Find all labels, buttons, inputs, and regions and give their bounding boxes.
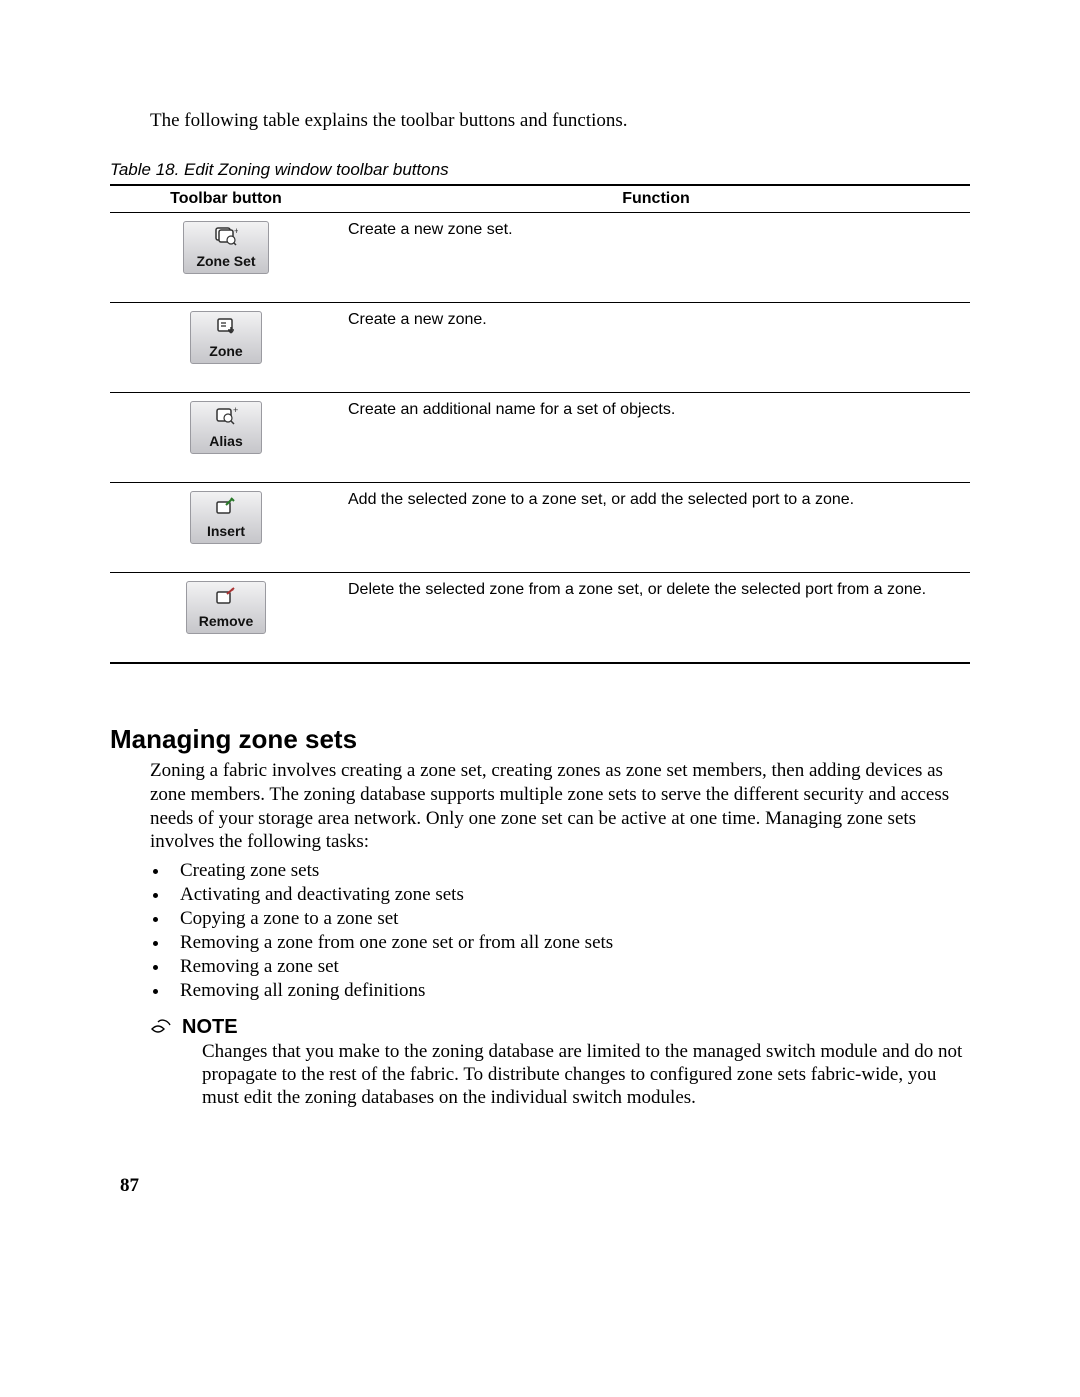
list-item: Removing a zone set [170,956,970,978]
list-item: Activating and deactivating zone sets [170,884,970,906]
note-label: NOTE [182,1016,238,1039]
remove-function: Delete the selected zone from a zone set… [342,573,970,664]
zone-function: Create a new zone. [342,303,970,393]
table-row: + Zone Set Create a new zone set. [110,213,970,303]
zone-button-label: Zone [209,343,242,359]
section-body: Zoning a fabric involves creating a zone… [150,759,970,854]
alias-toolbar-button: + Alias [190,401,262,454]
insert-icon [203,496,249,521]
list-item: Removing a zone from one zone set or fro… [170,932,970,954]
svg-text:+: + [234,226,238,236]
table-header-toolbar-button: Toolbar button [110,185,342,213]
list-item: Copying a zone to a zone set [170,908,970,930]
zone-icon [203,316,249,341]
remove-button-label: Remove [199,613,253,629]
remove-toolbar-button: Remove [186,581,266,634]
insert-toolbar-button: Insert [190,491,262,544]
note-body: Changes that you make to the zoning data… [202,1040,970,1110]
insert-function: Add the selected zone to a zone set, or … [342,483,970,573]
page-number: 87 [120,1175,139,1197]
zoneset-function: Create a new zone set. [342,213,970,303]
alias-function: Create an additional name for a set of o… [342,393,970,483]
zone-toolbar-button: Zone [190,311,262,364]
table-row: Remove Delete the selected zone from a z… [110,573,970,664]
list-item: Creating zone sets [170,860,970,882]
zoneset-toolbar-button: + Zone Set [183,221,268,274]
table-row: Insert Add the selected zone to a zone s… [110,483,970,573]
note-icon [150,1019,172,1040]
svg-text:+: + [233,406,238,415]
table-header-function: Function [342,185,970,213]
alias-button-label: Alias [209,433,242,449]
table-caption: Table 18. Edit Zoning window toolbar but… [110,160,970,180]
alias-icon: + [203,406,249,431]
toolbar-buttons-table: Toolbar button Function + [110,184,970,664]
insert-button-label: Insert [207,523,245,539]
section-heading: Managing zone sets [110,724,970,755]
zoneset-button-label: Zone Set [196,253,255,269]
intro-text: The following table explains the toolbar… [150,110,970,132]
table-row: + Alias Create an additional name for a … [110,393,970,483]
remove-icon [199,586,253,611]
zoneset-icon: + [196,226,255,251]
table-row: Zone Create a new zone. [110,303,970,393]
list-item: Removing all zoning definitions [170,980,970,1002]
tasks-list: Creating zone sets Activating and deacti… [170,860,970,1002]
